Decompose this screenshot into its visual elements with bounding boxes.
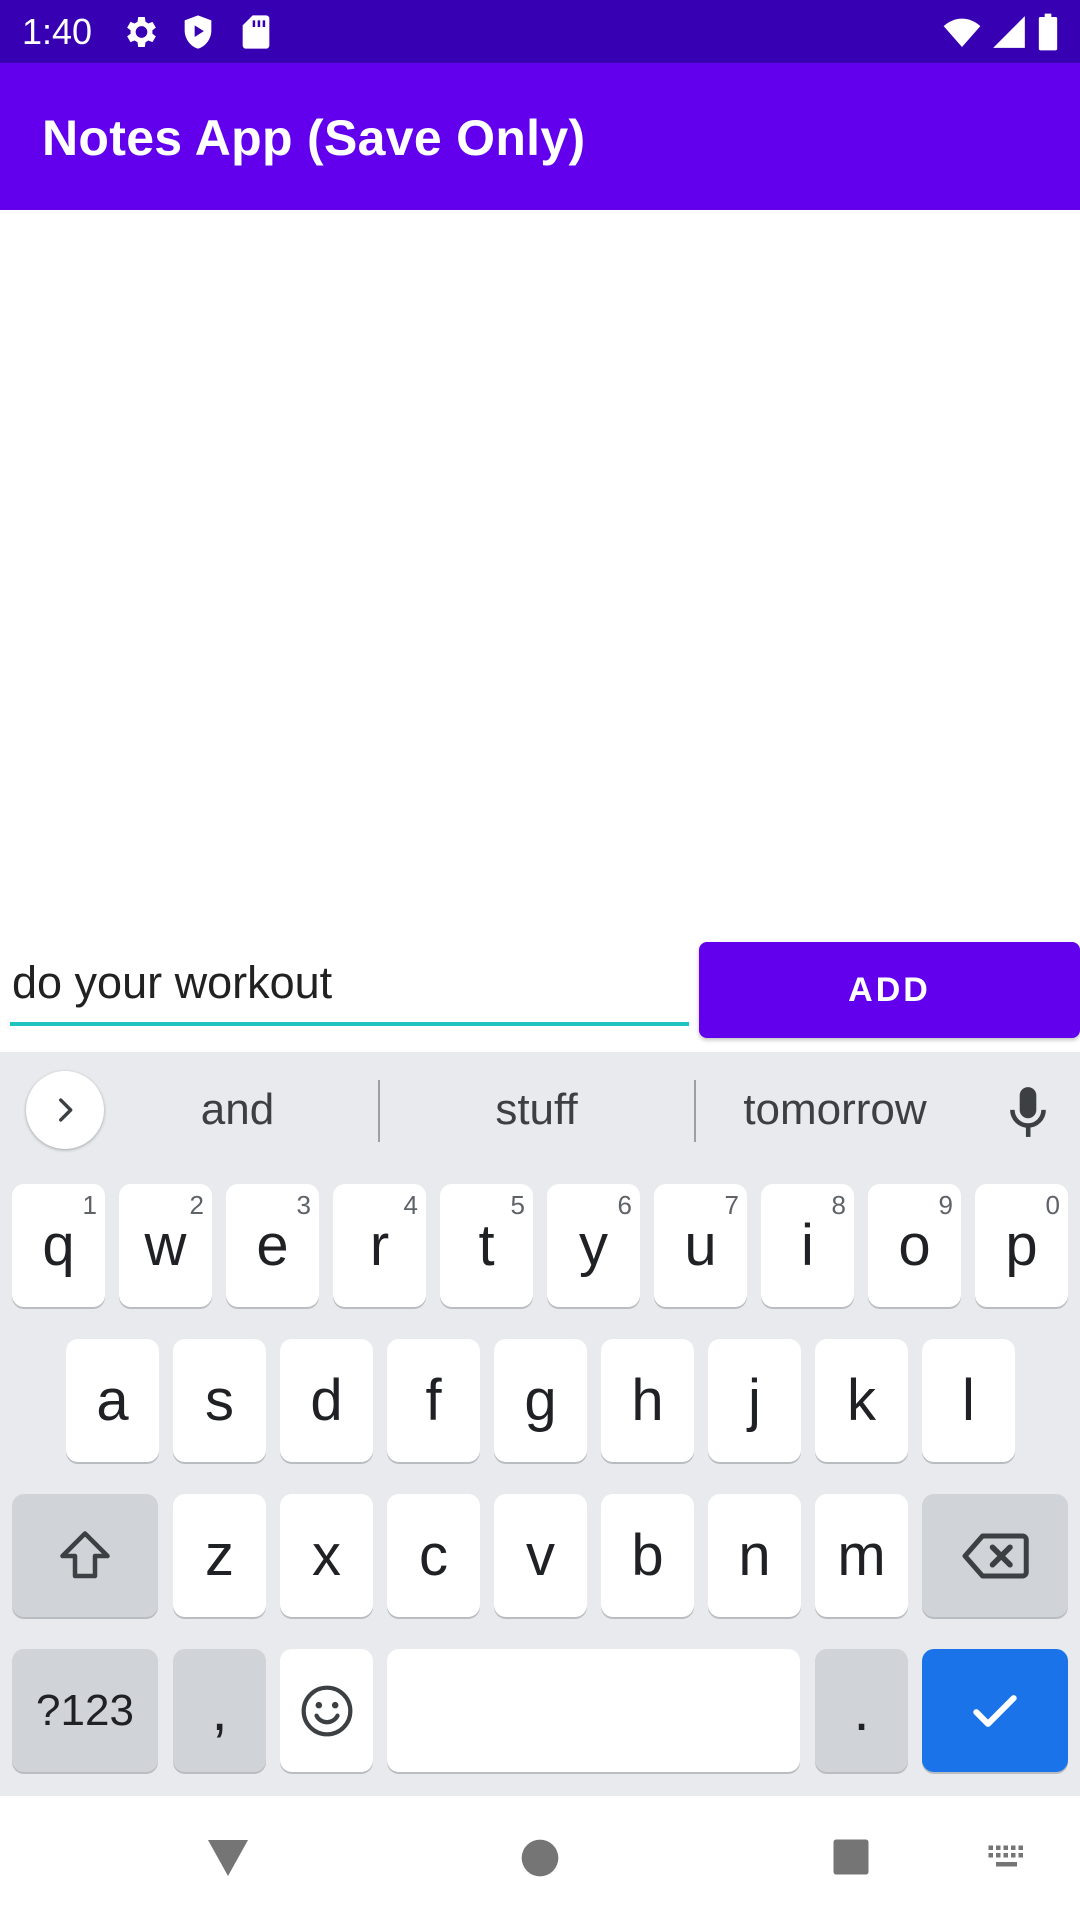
key-d[interactable]: d xyxy=(280,1339,373,1462)
notes-list xyxy=(0,210,1080,938)
comma-key[interactable]: , xyxy=(173,1649,266,1772)
shield-play-icon xyxy=(184,15,212,49)
suggestion-divider xyxy=(694,1080,696,1142)
keyboard: and stuff tomorrow q1 w2 e3 r4 t5 y6 u7 … xyxy=(0,1052,1080,1796)
key-letter: t xyxy=(478,1213,495,1278)
key-b[interactable]: b xyxy=(601,1494,694,1617)
backspace-key[interactable] xyxy=(922,1494,1068,1617)
key-letter: p xyxy=(1005,1213,1038,1278)
expand-toolbar-button[interactable] xyxy=(26,1071,104,1149)
suggestion-strip: and stuff tomorrow xyxy=(0,1052,1080,1167)
key-h[interactable]: h xyxy=(601,1339,694,1462)
key-letter: i xyxy=(801,1213,814,1278)
suggestion-2[interactable]: stuff xyxy=(415,1080,658,1140)
recents-icon[interactable] xyxy=(830,1836,872,1878)
key-s[interactable]: s xyxy=(173,1339,266,1462)
wifi-icon xyxy=(943,18,981,47)
screen: 1:40 Notes App (Save Only) ADD xyxy=(0,0,1080,1920)
key-hint: 9 xyxy=(938,1190,953,1220)
key-letter: u xyxy=(684,1213,717,1278)
emoji-icon xyxy=(301,1685,353,1737)
key-n[interactable]: n xyxy=(708,1494,801,1617)
app-title: Notes App (Save Only) xyxy=(42,110,586,166)
key-hint: 7 xyxy=(724,1190,739,1220)
key-l[interactable]: l xyxy=(922,1339,1015,1462)
checkmark-icon xyxy=(973,1695,1017,1727)
navigation-bar xyxy=(0,1796,1080,1920)
key-letter: r xyxy=(369,1213,390,1278)
chevron-right-icon xyxy=(59,1098,73,1122)
key-g[interactable]: g xyxy=(494,1339,587,1462)
key-hint: 8 xyxy=(831,1190,846,1220)
key-letter: q xyxy=(42,1213,75,1278)
key-k[interactable]: k xyxy=(815,1339,908,1462)
add-button[interactable]: ADD xyxy=(699,942,1080,1038)
key-o[interactable]: o9 xyxy=(868,1184,961,1307)
key-m[interactable]: m xyxy=(815,1494,908,1617)
key-j[interactable]: j xyxy=(708,1339,801,1462)
shift-key[interactable] xyxy=(12,1494,158,1617)
gear-icon xyxy=(127,17,156,47)
period-key[interactable]: . xyxy=(815,1649,908,1772)
suggestion-3[interactable]: tomorrow xyxy=(710,1080,960,1140)
key-i[interactable]: i8 xyxy=(761,1184,854,1307)
status-bar: 1:40 xyxy=(0,0,1080,63)
key-v[interactable]: v xyxy=(494,1494,587,1617)
suggestion-1[interactable]: and xyxy=(140,1080,335,1140)
key-hint: 6 xyxy=(617,1190,632,1220)
key-a[interactable]: a xyxy=(66,1339,159,1462)
emoji-key[interactable] xyxy=(280,1649,373,1772)
shift-icon xyxy=(60,1531,110,1579)
key-letter: o xyxy=(898,1213,931,1278)
key-hint: 0 xyxy=(1045,1190,1060,1220)
sd-card-icon xyxy=(242,15,270,49)
app-bar: Notes App (Save Only) xyxy=(0,63,1080,210)
signal-icon xyxy=(993,16,1025,48)
key-z[interactable]: z xyxy=(173,1494,266,1617)
backspace-icon xyxy=(962,1533,1029,1579)
key-t[interactable]: t5 xyxy=(440,1184,533,1307)
key-q[interactable]: q1 xyxy=(12,1184,105,1307)
space-key[interactable] xyxy=(387,1649,800,1772)
key-hint: 5 xyxy=(510,1190,525,1220)
battery-icon xyxy=(1038,13,1058,51)
home-icon[interactable] xyxy=(518,1836,562,1880)
back-icon[interactable] xyxy=(204,1836,252,1880)
keyboard-switch-icon[interactable] xyxy=(987,1844,1029,1874)
key-hint: 2 xyxy=(189,1190,204,1220)
key-hint: 1 xyxy=(82,1190,97,1220)
status-time: 1:40 xyxy=(22,11,93,52)
key-e[interactable]: e3 xyxy=(226,1184,319,1307)
key-f[interactable]: f xyxy=(387,1339,480,1462)
key-u[interactable]: u7 xyxy=(654,1184,747,1307)
suggestion-divider xyxy=(378,1080,380,1142)
key-x[interactable]: x xyxy=(280,1494,373,1617)
key-w[interactable]: w2 xyxy=(119,1184,212,1307)
key-letter: y xyxy=(579,1213,608,1278)
key-hint: 4 xyxy=(403,1190,418,1220)
key-letter: w xyxy=(144,1213,187,1278)
mic-icon[interactable] xyxy=(1003,1085,1053,1139)
key-letter: e xyxy=(256,1213,289,1278)
key-hint: 3 xyxy=(296,1190,311,1220)
note-input[interactable] xyxy=(10,950,689,1026)
key-c[interactable]: c xyxy=(387,1494,480,1617)
key-r[interactable]: r4 xyxy=(333,1184,426,1307)
key-p[interactable]: p0 xyxy=(975,1184,1068,1307)
key-y[interactable]: y6 xyxy=(547,1184,640,1307)
done-key[interactable] xyxy=(922,1649,1068,1772)
symbols-key[interactable]: ?123 xyxy=(12,1649,158,1772)
